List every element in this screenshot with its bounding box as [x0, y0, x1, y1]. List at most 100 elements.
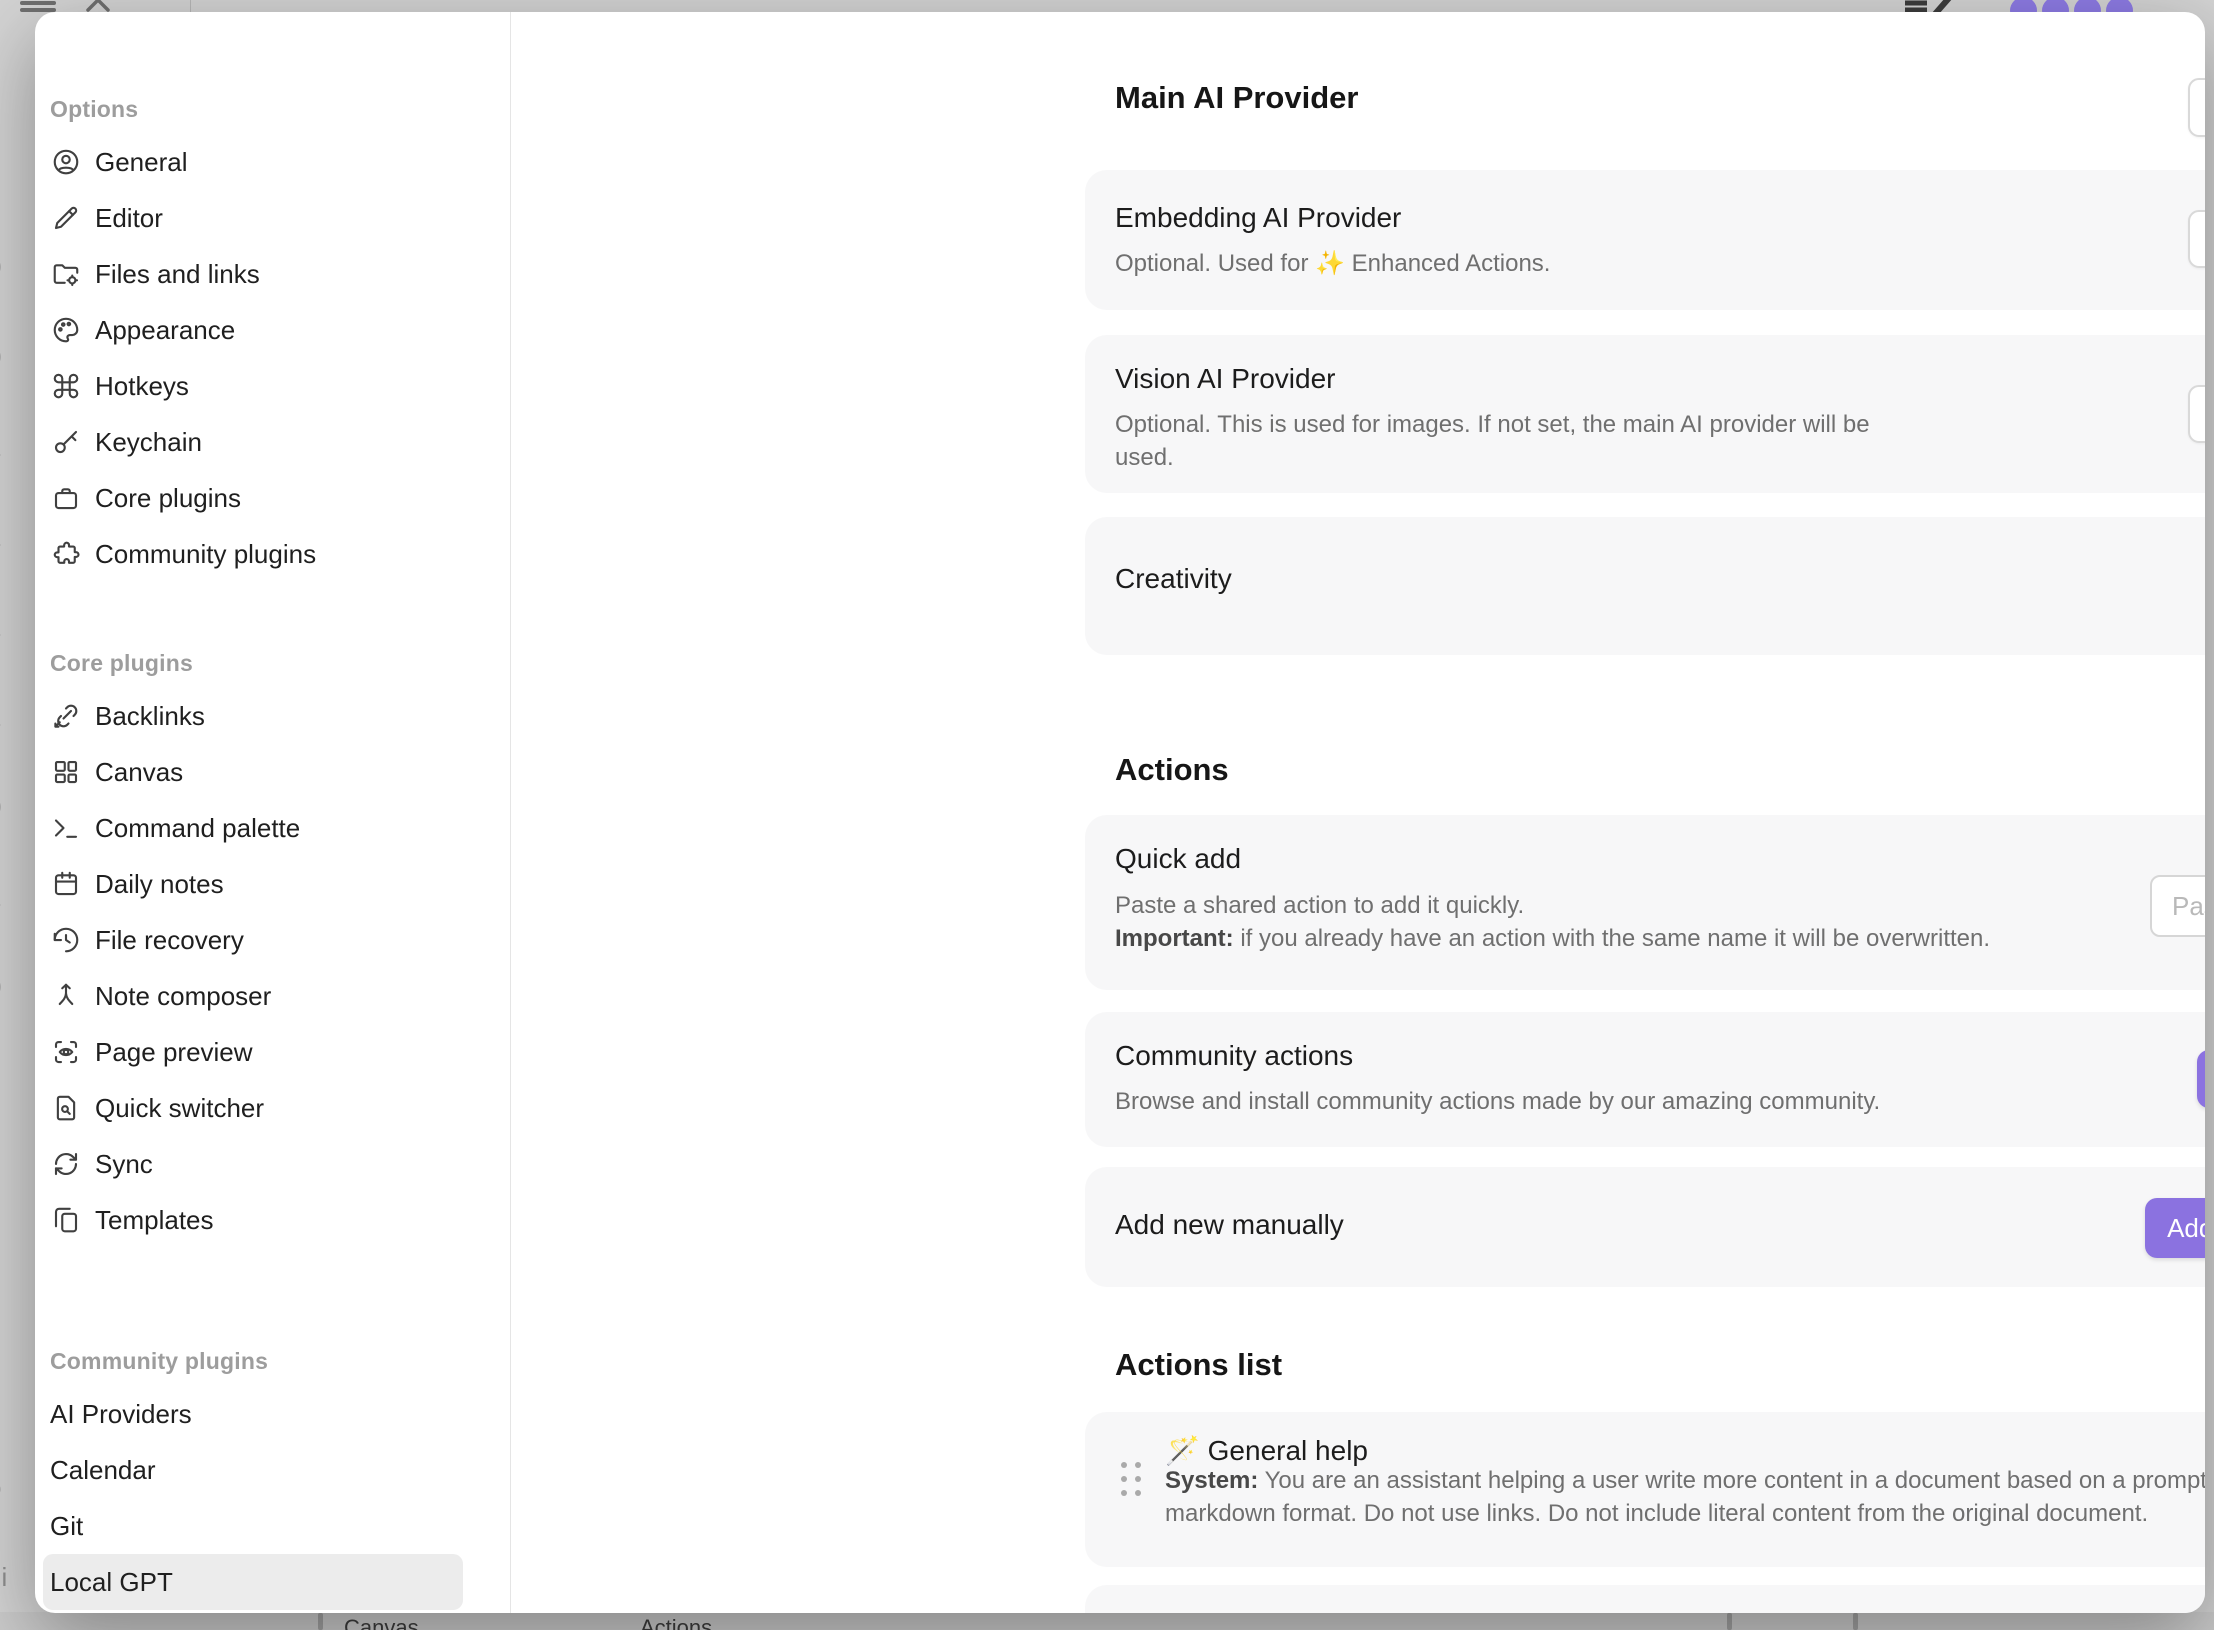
sidebar-item-file-recovery[interactable]: File recovery — [43, 912, 463, 968]
background-text-fragment: 1 — [0, 432, 13, 463]
sidebar-item-label: Command palette — [95, 813, 300, 844]
sidebar-item-command-palette[interactable]: Command palette — [43, 800, 463, 856]
vision-provider-select[interactable]: Ollama ~ gemma3:latest — [2188, 385, 2205, 443]
sidebar-item-local-gpt[interactable]: Local GPT — [43, 1554, 463, 1610]
status-divider — [1853, 1613, 1858, 1630]
box-icon — [50, 482, 82, 514]
settings-content: Main AI Provider Ollama ~ gemma3:latest … — [510, 12, 2205, 1613]
palette-icon — [50, 314, 82, 346]
scan-eye-icon — [50, 1036, 82, 1068]
sidebar-item-appearance[interactable]: Appearance — [43, 302, 463, 358]
community-actions-card: Community actions Browse and install com… — [1085, 1012, 2205, 1147]
embedding-provider-title: Embedding AI Provider — [1115, 202, 2205, 234]
settings-sidebar: Options General Editor Files and links Appea… — [35, 12, 510, 1613]
action-system-label: System: — [1165, 1467, 1258, 1494]
action-system-text: You are an assistant helping a user writ… — [1165, 1467, 2205, 1527]
sidebar-item-calendar[interactable]: Calendar — [43, 1442, 463, 1498]
bottom-label-actions: Actions — [640, 1615, 712, 1630]
sidebar-item-ai-providers[interactable]: AI Providers — [43, 1386, 463, 1442]
embedding-provider-card: Embedding AI Provider Optional. Used for… — [1085, 170, 2205, 310]
sidebar-item-core-plugins[interactable]: Core plugins — [43, 470, 463, 526]
sidebar-item-files-and-links[interactable]: Files and links — [43, 246, 463, 302]
sidebar-section-header-options: Options — [43, 84, 490, 134]
main-ai-provider-label: Main AI Provider — [1115, 80, 1358, 116]
add-action-button[interactable]: Add action — [2145, 1198, 2205, 1258]
sidebar-item-label: Page preview — [95, 1037, 253, 1068]
sidebar-item-sync[interactable]: Sync — [43, 1136, 463, 1192]
sidebar-item-label: Appearance — [95, 315, 235, 346]
background-text-fragment: 0 — [0, 342, 13, 373]
sidebar-item-label: Templates — [95, 1205, 214, 1236]
sync-icon — [50, 1148, 82, 1180]
community-actions-desc: Browse and install community actions mad… — [1115, 1085, 2205, 1118]
open-community-actions-button[interactable]: Open community actions — [2197, 1050, 2205, 1108]
sidebar-item-community-plugins[interactable]: Community plugins — [43, 526, 463, 582]
action-item-card: 🪄 General help System: You are an assist… — [1085, 1412, 2205, 1567]
sidebar-item-keychain[interactable]: Keychain — [43, 414, 463, 470]
history-icon — [50, 924, 82, 956]
background-text-fragment: 0 — [0, 972, 13, 1003]
actions-list-heading: Actions list — [1115, 1347, 1282, 1383]
community-actions-title: Community actions — [1115, 1040, 2205, 1072]
sidebar-item-label: General — [95, 147, 188, 178]
background-text-fragment: ni — [0, 1562, 13, 1593]
sidebar-item-label: Calendar — [50, 1455, 156, 1486]
sidebar-item-quick-switcher[interactable]: Quick switcher — [43, 1080, 463, 1136]
status-divider — [1727, 1613, 1732, 1630]
quick-add-desc: Paste a shared action to add it quickly. — [1115, 892, 1524, 919]
settings-modal: Options General Editor Files and links Appea… — [35, 12, 2205, 1613]
vision-provider-desc: Optional. This is used for images. If no… — [1115, 408, 1905, 474]
hamburger-icon[interactable] — [20, 1, 56, 5]
status-bar — [0, 1612, 2214, 1630]
sidebar-item-label: Hotkeys — [95, 371, 189, 402]
background-text-fragment: 1 — [0, 522, 13, 553]
sidebar-item-label: Local GPT — [50, 1567, 173, 1598]
embedding-provider-desc: Optional. Used for ✨ Enhanced Actions. — [1115, 247, 2205, 280]
quick-add-important-label: Important: — [1115, 925, 1234, 952]
background-text-fragment: 0 — [0, 252, 13, 283]
sidebar-item-canvas[interactable]: Canvas — [43, 744, 463, 800]
collapse-icon[interactable] — [82, 0, 122, 12]
embedding-provider-select[interactable]: Ollama ~ gemma3:latest — [2188, 210, 2205, 268]
sidebar-item-label: Editor — [95, 203, 163, 234]
sidebar-item-hotkeys[interactable]: Hotkeys — [43, 358, 463, 414]
add-new-card: Add new manually — [1085, 1167, 2205, 1287]
merge-icon — [50, 980, 82, 1012]
background-text-fragment: o — [0, 1472, 13, 1503]
canvas-icon — [50, 756, 82, 788]
sidebar-item-label: Quick switcher — [95, 1093, 264, 1124]
sidebar-item-backlinks[interactable]: Backlinks — [43, 688, 463, 744]
sidebar-item-editor[interactable]: Editor — [43, 190, 463, 246]
quick-add-important-text: if you already have an action with the s… — [1234, 925, 1990, 952]
vision-provider-title: Vision AI Provider — [1115, 363, 2205, 395]
puzzle-icon — [50, 538, 82, 570]
calendar-icon — [50, 868, 82, 900]
vision-provider-card: Vision AI Provider Optional. This is use… — [1085, 335, 2205, 493]
sidebar-item-label: Note composer — [95, 981, 271, 1012]
action-item-title: General help — [1208, 1435, 1368, 1466]
bottom-label-canvas: Canvas — [344, 1615, 419, 1630]
key-icon — [50, 426, 82, 458]
pane-divider — [190, 0, 191, 12]
paste-action-input[interactable] — [2150, 875, 2205, 937]
sidebar-item-page-preview[interactable]: Page preview — [43, 1024, 463, 1080]
sidebar-item-thumbnails[interactable]: Thumbnails — [43, 1610, 463, 1613]
sidebar-item-general[interactable]: General — [43, 134, 463, 190]
sidebar-item-note-composer[interactable]: Note composer — [43, 968, 463, 1024]
drag-handle-icon[interactable] — [1121, 1462, 1141, 1496]
sidebar-item-daily-notes[interactable]: Daily notes — [43, 856, 463, 912]
wand-icon: 🪄 — [1165, 1435, 1200, 1466]
sidebar-section-header-community-plugins: Community plugins — [43, 1336, 490, 1386]
background-text-fragment: 2 — [0, 612, 13, 643]
creativity-title: Creativity — [1115, 563, 2205, 595]
quick-add-title: Quick add — [1115, 843, 2205, 875]
sidebar-item-label: Files and links — [95, 259, 260, 290]
command-icon — [50, 370, 82, 402]
files-icon — [50, 1204, 82, 1236]
sidebar-item-git[interactable]: Git — [43, 1498, 463, 1554]
main-ai-provider-select[interactable]: Ollama ~ gemma3:latest — [2188, 78, 2205, 137]
sidebar-item-label: Keychain — [95, 427, 202, 458]
sidebar-item-templates[interactable]: Templates — [43, 1192, 463, 1248]
status-divider — [318, 1613, 323, 1630]
background-glyph — [1903, 0, 1953, 12]
